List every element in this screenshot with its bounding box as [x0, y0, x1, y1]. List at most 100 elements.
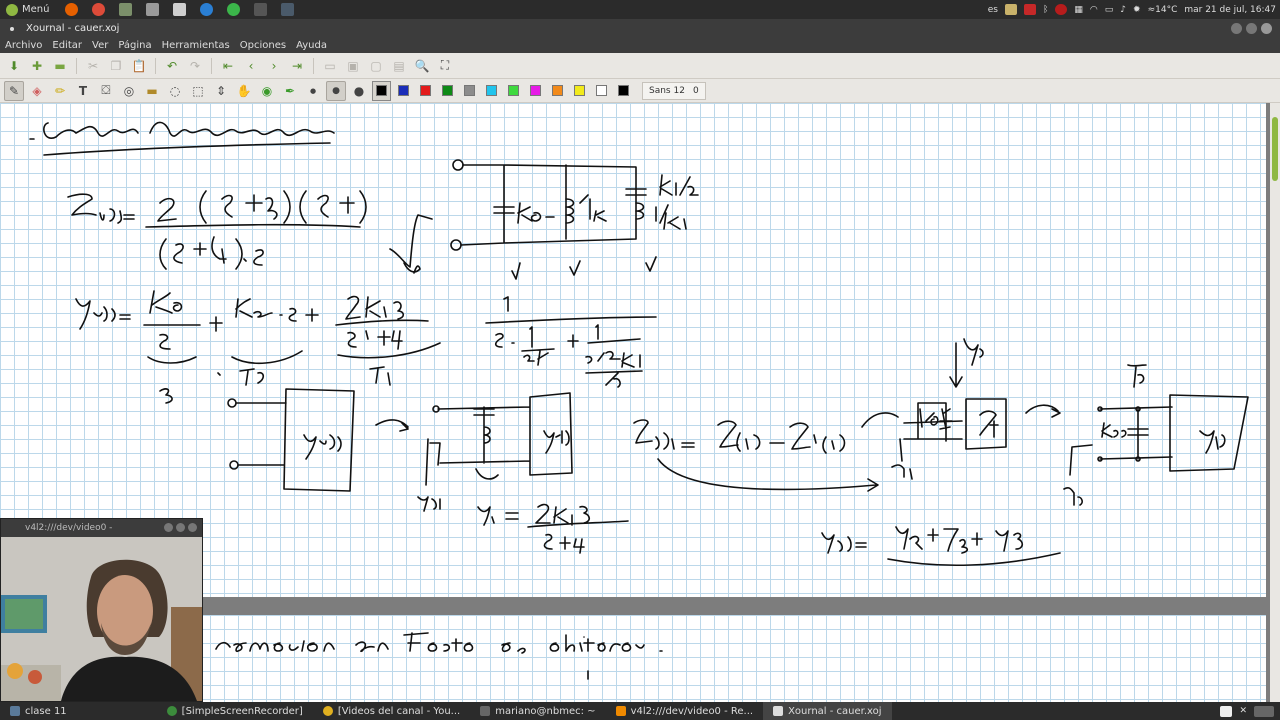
- first-page-icon[interactable]: ⇤: [218, 56, 238, 76]
- show-desktop-icon[interactable]: [1254, 705, 1274, 717]
- weather-icon[interactable]: ✹: [1133, 5, 1141, 15]
- thunderbird-icon[interactable]: [200, 3, 214, 16]
- screenshot-icon[interactable]: [173, 3, 187, 16]
- minimize-icon[interactable]: [1231, 23, 1242, 34]
- close-tray-icon[interactable]: ✕: [1239, 706, 1247, 716]
- close-icon[interactable]: [1261, 23, 1272, 34]
- spreadsheet-icon[interactable]: [119, 3, 133, 16]
- color-red[interactable]: [416, 81, 435, 101]
- vertical-space-icon[interactable]: ⇕: [211, 81, 231, 101]
- webcam-titlebar[interactable]: v4l2:///dev/video0 -: [1, 519, 202, 537]
- color-gray[interactable]: [460, 81, 479, 101]
- webcam-close-icon[interactable]: [188, 523, 197, 532]
- thick-line-icon[interactable]: ●: [349, 81, 369, 101]
- task-simplescreenrecorder[interactable]: [SimpleScreenRecorder]: [157, 702, 313, 720]
- default-pen-icon[interactable]: ✒: [280, 81, 300, 101]
- color-magenta[interactable]: [526, 81, 545, 101]
- system-monitor-icon[interactable]: [281, 3, 295, 16]
- ink-title-underline: [43, 142, 331, 156]
- color-light-blue[interactable]: [482, 81, 501, 101]
- highlighter-tool-icon[interactable]: ✏: [50, 81, 70, 101]
- zoom-normal-icon[interactable]: ▣: [343, 56, 363, 76]
- menu-pagina[interactable]: Página: [118, 40, 151, 51]
- select-rectangle-icon[interactable]: ⬚: [188, 81, 208, 101]
- select-region-icon[interactable]: ◌: [165, 81, 185, 101]
- eraser-tool-icon[interactable]: ◈: [27, 81, 47, 101]
- window-menu-icon[interactable]: [10, 26, 14, 31]
- keyboard-icon[interactable]: ▦: [1074, 5, 1083, 15]
- text-tool-icon[interactable]: T: [73, 81, 93, 101]
- chrome-tray-icon[interactable]: [1220, 705, 1233, 717]
- open-folder-icon[interactable]: ▬: [50, 56, 70, 76]
- maximize-icon[interactable]: [1246, 23, 1257, 34]
- zoom-in-icon[interactable]: ▤: [389, 56, 409, 76]
- image-tool-icon[interactable]: ⛋: [96, 81, 116, 101]
- record-status-icon[interactable]: [1055, 4, 1068, 15]
- task-xournal[interactable]: Xournal - cauer.xoj: [763, 702, 892, 720]
- start-menu-button[interactable]: Menú: [0, 0, 55, 19]
- new-document-icon[interactable]: ✚: [27, 56, 47, 76]
- color-light-green[interactable]: [504, 81, 523, 101]
- font-button[interactable]: Sans 12 0: [642, 81, 706, 100]
- undo-icon[interactable]: ↶: [162, 56, 182, 76]
- menu-archivo[interactable]: Archivo: [5, 40, 42, 51]
- color-white[interactable]: [592, 81, 611, 101]
- webcam-window[interactable]: v4l2:///dev/video0 -: [0, 518, 203, 702]
- wifi-icon[interactable]: ◠: [1090, 5, 1098, 15]
- shape-recognizer-icon[interactable]: ◎: [119, 81, 139, 101]
- zoom-fit-icon[interactable]: ▢: [366, 56, 386, 76]
- default-tool-icon[interactable]: ◉: [257, 81, 277, 101]
- redo-icon[interactable]: ↷: [185, 56, 205, 76]
- volume-icon[interactable]: ♪: [1120, 5, 1126, 15]
- calculator-icon[interactable]: [146, 3, 160, 16]
- weather-temp[interactable]: ≈14°C: [1148, 5, 1178, 15]
- pen-tool-icon[interactable]: ✎: [4, 80, 24, 101]
- zoom-icon[interactable]: 🔍: [412, 56, 432, 76]
- workspace-clase-11[interactable]: clase 11: [0, 702, 77, 720]
- color-green[interactable]: [438, 81, 457, 101]
- task-terminal[interactable]: mariano@nbmec: ~: [470, 702, 605, 720]
- battery-icon[interactable]: ▭: [1105, 5, 1114, 15]
- next-page-icon[interactable]: ›: [264, 56, 284, 76]
- menu-ayuda[interactable]: Ayuda: [296, 40, 327, 51]
- terminal-icon: [480, 706, 491, 716]
- recorder-icon[interactable]: [1023, 4, 1036, 15]
- tools-toolbar: ✎ ◈ ✏ T ⛋ ◎ ▬ ◌ ⬚ ⇕ ✋ ◉ ✒ ● ● ● Sans 12 …: [0, 79, 1280, 103]
- evince-icon[interactable]: [227, 3, 241, 16]
- color-custom[interactable]: [614, 81, 633, 101]
- webcam-maximize-icon[interactable]: [176, 523, 185, 532]
- hand-tool-icon[interactable]: ✋: [234, 81, 254, 101]
- window-titlebar[interactable]: Xournal - cauer.xoj: [0, 19, 1280, 38]
- thin-line-icon[interactable]: ●: [303, 81, 323, 101]
- color-orange[interactable]: [548, 81, 567, 101]
- scrollbar-thumb[interactable]: [1272, 117, 1278, 181]
- save-icon[interactable]: ⬇: [4, 56, 24, 76]
- medium-line-icon[interactable]: ●: [326, 80, 346, 101]
- chrome-icon[interactable]: [92, 3, 106, 16]
- color-black[interactable]: [372, 80, 391, 101]
- terminal-icon[interactable]: [254, 3, 268, 16]
- cut-icon[interactable]: ✂: [83, 56, 103, 76]
- zoom-out-icon[interactable]: ▭: [320, 56, 340, 76]
- copy-icon[interactable]: ❐: [106, 56, 126, 76]
- fullscreen-icon[interactable]: ⛶: [435, 56, 455, 76]
- menu-herramientas[interactable]: Herramientas: [162, 40, 230, 51]
- webcam-minimize-icon[interactable]: [164, 523, 173, 532]
- color-blue[interactable]: [394, 81, 413, 101]
- keyboard-layout[interactable]: es: [988, 5, 998, 15]
- menu-editar[interactable]: Editar: [52, 40, 82, 51]
- task-vlc[interactable]: v4l2:///dev/video0 - Re...: [606, 702, 764, 720]
- paste-icon[interactable]: 📋: [129, 56, 149, 76]
- previous-page-icon[interactable]: ‹: [241, 56, 261, 76]
- task-browser-videos[interactable]: [Videos del canal - You...: [313, 702, 470, 720]
- clock[interactable]: mar 21 de jul, 16:47: [1184, 5, 1276, 15]
- notes-icon[interactable]: [1004, 4, 1017, 15]
- firefox-icon[interactable]: [65, 3, 79, 16]
- color-yellow[interactable]: [570, 81, 589, 101]
- bluetooth-icon[interactable]: ᛒ: [1043, 5, 1048, 15]
- last-page-icon[interactable]: ⇥: [287, 56, 307, 76]
- ruler-icon[interactable]: ▬: [142, 81, 162, 101]
- vertical-scrollbar[interactable]: [1270, 103, 1280, 702]
- menu-opciones[interactable]: Opciones: [240, 40, 286, 51]
- menu-ver[interactable]: Ver: [92, 40, 108, 51]
